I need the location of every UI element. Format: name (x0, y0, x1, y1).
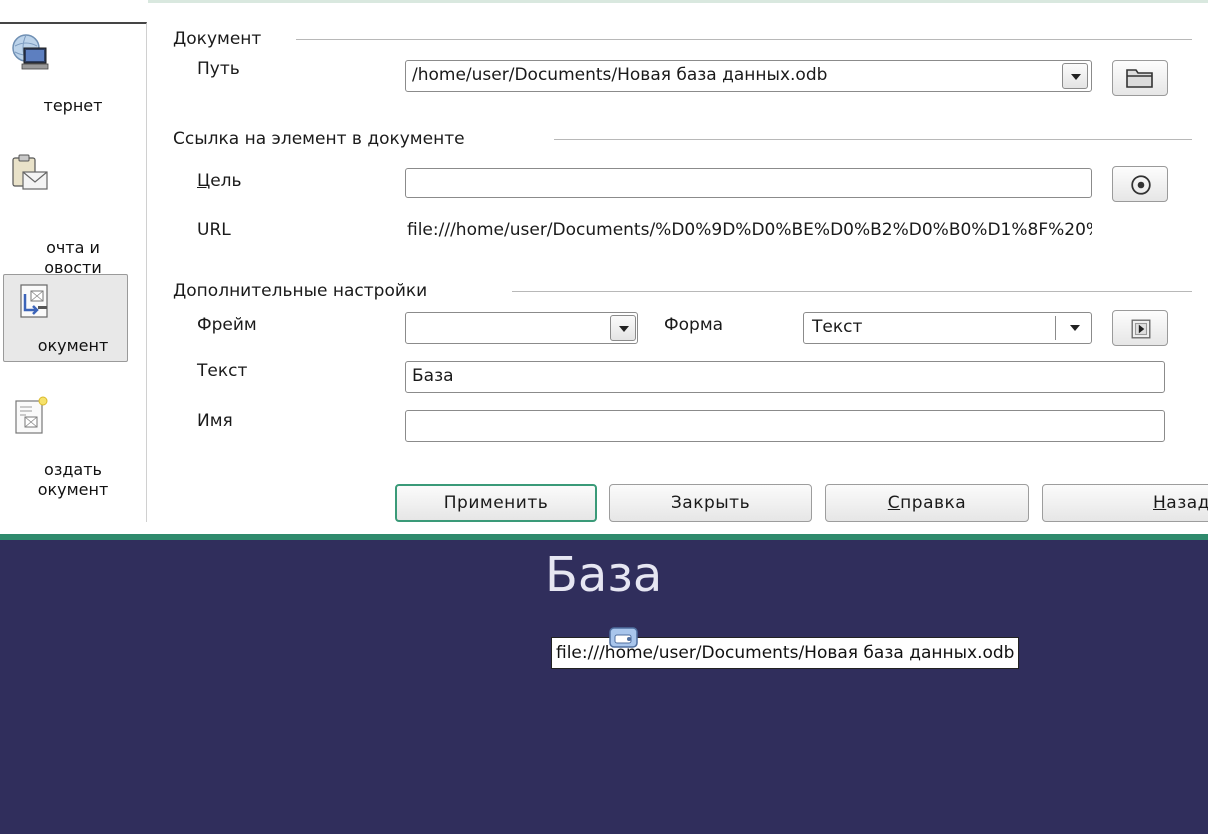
path-label: Путь (197, 59, 240, 79)
sidebar-item-label: очта и овости (44, 238, 102, 277)
frame-dropdown-button[interactable] (610, 315, 636, 341)
presentation-slide: База file:///home/user/Documents/Новая б… (0, 540, 1208, 834)
new-document-icon (15, 396, 48, 434)
slide-title[interactable]: База (545, 546, 662, 604)
text-label: Текст (197, 361, 248, 381)
mail-news-icon (12, 154, 48, 190)
help-button[interactable]: Справка (825, 484, 1029, 522)
target-input[interactable] (405, 168, 1092, 198)
help-label-rest: правка (900, 493, 967, 513)
section-title-target: Ссылка на элемент в документе (173, 129, 465, 149)
target-label: Цель (197, 170, 242, 192)
back-button[interactable]: Назад (1042, 484, 1208, 522)
path-value: /home/user/Documents/Новая база данных.o… (412, 65, 828, 85)
macro-events-icon (1131, 319, 1151, 339)
open-file-button[interactable] (1112, 60, 1168, 96)
section-divider (512, 291, 1192, 292)
form-combobox[interactable]: Текст (803, 312, 1092, 344)
form-value: Текст (812, 317, 863, 337)
sidebar-item-internet[interactable]: тернет (0, 32, 146, 122)
combo-separator (1055, 316, 1056, 340)
back-label-rest: азад (1166, 493, 1208, 513)
form-dropdown-button[interactable] (1062, 315, 1088, 341)
target-in-document-button[interactable] (1112, 166, 1168, 202)
sidebar-item-label: тернет (43, 96, 103, 115)
target-label-accel: Ц (197, 171, 211, 191)
target-icon (1131, 175, 1151, 195)
section-title-extra-settings: Дополнительные настройки (173, 281, 428, 301)
target-label-rest: ель (210, 171, 242, 191)
events-button[interactable] (1112, 310, 1168, 346)
section-divider (554, 139, 1192, 140)
section-title-document: Документ (173, 29, 262, 49)
frame-combobox[interactable] (405, 312, 638, 344)
path-combobox[interactable]: /home/user/Documents/Новая база данных.o… (405, 60, 1092, 92)
sidebar-item-new-document[interactable]: оздать окумент (0, 396, 146, 506)
name-label: Имя (197, 411, 233, 431)
sidebar-item-label: окумент (37, 336, 109, 355)
apply-button[interactable]: Применить (395, 484, 597, 522)
hyperlink-dialog: тернет очта и овости окумент оздать окум… (0, 0, 1208, 540)
help-accel: С (887, 493, 901, 513)
url-value: file:///home/user/Documents/%D0%9D%D0%BE… (407, 220, 1092, 240)
form-label: Форма (664, 315, 724, 335)
sidebar-item-document[interactable]: окумент (0, 274, 146, 362)
close-button[interactable]: Закрыть (609, 484, 812, 522)
globe-computer-icon (12, 34, 49, 70)
top-border (148, 0, 1208, 3)
back-accel: Н (1153, 493, 1167, 513)
sidebar-item-mail-news[interactable]: очта и овости (0, 142, 146, 277)
section-divider (296, 39, 1192, 40)
folder-icon (1126, 69, 1153, 88)
text-value: База (412, 366, 454, 386)
path-dropdown-button[interactable] (1062, 63, 1088, 89)
url-label: URL (197, 220, 231, 240)
name-input[interactable] (405, 410, 1165, 442)
document-icon (20, 284, 48, 318)
frame-label: Фрейм (197, 315, 257, 335)
text-input[interactable]: База (405, 361, 1165, 393)
hyperlink-cursor-icon (609, 627, 638, 648)
sidebar-item-label: оздать окумент (37, 460, 109, 499)
hyperlink-type-sidebar: тернет очта и овости окумент оздать окум… (0, 22, 147, 522)
